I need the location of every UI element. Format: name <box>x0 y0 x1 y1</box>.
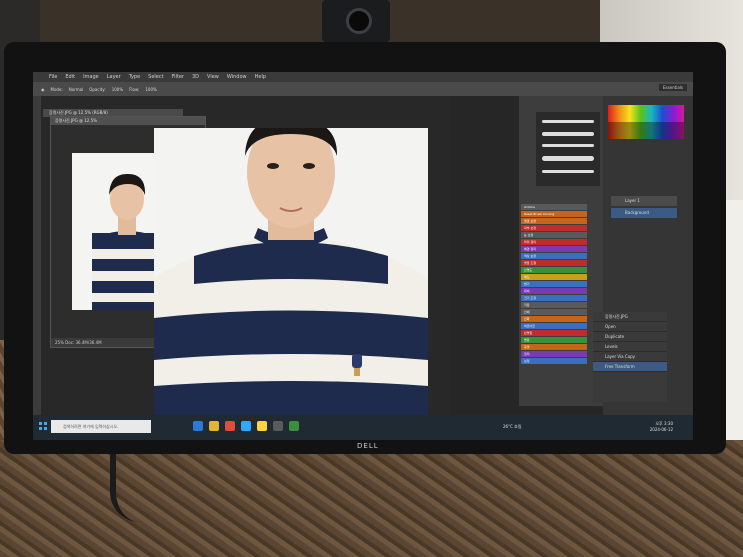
menu-3d[interactable]: 3D <box>192 74 199 80</box>
flow-value[interactable]: 100% <box>145 87 156 92</box>
swatches-palette-dark[interactable] <box>608 122 684 139</box>
menu-image[interactable]: Image <box>83 74 99 80</box>
weather-widget[interactable]: 26°C 흐림 <box>503 424 522 430</box>
photo-scene: DELL File Edit Image Layer Type Select F… <box>0 0 743 557</box>
history-step[interactable]: Open <box>593 322 667 332</box>
action-item[interactable]: 대비 <box>521 288 587 294</box>
history-step-current[interactable]: Free Transform <box>593 362 667 372</box>
action-item[interactable]: 선명도 <box>521 267 587 273</box>
action-item[interactable]: 여권사진 <box>521 323 587 329</box>
menu-layer[interactable]: Layer <box>107 74 121 80</box>
brush-stroke[interactable] <box>542 156 594 161</box>
clock-date: 2024-06-12 <box>649 427 673 432</box>
action-item[interactable]: 배경 정리 <box>521 246 587 252</box>
menu-filter[interactable]: Filter <box>172 74 184 80</box>
webcam-lens <box>346 8 372 34</box>
windows-taskbar: 검색하려면 여기에 입력하십시오. 26°C 흐림 오후 3:30 2024-0… <box>33 415 693 440</box>
actions-list[interactable]: Actions Reset Brush Cloning 얼굴 보정 피부 보정 눈 보정… <box>521 204 587 416</box>
large-portrait-illustration <box>154 128 428 418</box>
mode-select[interactable]: Normal <box>69 87 83 92</box>
system-clock[interactable]: 오후 3:30 2024-06-12 <box>650 421 673 433</box>
action-item[interactable]: 인쇄 <box>521 309 587 315</box>
large-portrait-photo <box>154 128 428 418</box>
history-step[interactable]: Layer Via Copy <box>593 352 667 362</box>
monitor-screen: File Edit Image Layer Type Select Filter… <box>33 72 693 440</box>
opacity-value[interactable]: 100% <box>112 87 123 92</box>
brush-stroke[interactable] <box>542 170 594 173</box>
action-item[interactable]: Reset Brush Cloning <box>521 211 587 217</box>
mode-label: Mode: <box>50 86 63 92</box>
taskbar-search-box[interactable]: 검색하려면 여기에 입력하십시오. <box>51 420 151 433</box>
menu-type[interactable]: Type <box>129 74 140 80</box>
action-item[interactable]: 피부 보정 <box>521 225 587 231</box>
windows-start-icon[interactable] <box>39 422 47 430</box>
action-item[interactable]: 머리 정리 <box>521 239 587 245</box>
action-item[interactable]: 저장 <box>521 302 587 308</box>
menu-select[interactable]: Select <box>148 74 163 80</box>
history-step[interactable]: Levels <box>593 342 667 352</box>
layer-row-background[interactable]: Background <box>611 208 677 218</box>
brush-preset-icon[interactable]: ◉ <box>41 87 45 92</box>
tools-panel[interactable] <box>33 96 41 426</box>
small-document-title[interactable]: 증명사진.JPG @ 12.5% <box>51 117 205 125</box>
webcam <box>322 0 390 42</box>
menu-window[interactable]: Window <box>227 74 247 80</box>
action-item[interactable]: 반명함 <box>521 330 587 336</box>
action-item[interactable]: 눈 보정 <box>521 232 587 238</box>
history-snapshot[interactable]: 증명사진.JPG <box>593 312 667 322</box>
menu-view[interactable]: View <box>207 74 219 80</box>
history-step[interactable]: Duplicate <box>593 332 667 342</box>
action-item[interactable]: 얼굴 보정 <box>521 218 587 224</box>
brush-stroke[interactable] <box>542 120 594 123</box>
layer-row-layer-1[interactable]: Layer 1 <box>611 196 677 206</box>
action-item[interactable]: 채도 <box>521 274 587 280</box>
photoshop-icon[interactable] <box>241 421 251 431</box>
menu-edit[interactable]: Edit <box>65 74 75 80</box>
action-item[interactable]: 보정 <box>521 358 587 364</box>
brush-stroke[interactable] <box>542 144 594 147</box>
edge-icon[interactable] <box>193 421 203 431</box>
opacity-label: Opacity: <box>89 86 106 92</box>
action-item[interactable]: Actions <box>521 204 587 210</box>
action-item[interactable]: 인화 <box>521 316 587 322</box>
app-icon[interactable] <box>289 421 299 431</box>
options-bar: ◉ Mode: Normal Opacity: 100% Flow: 100% <box>33 82 693 96</box>
app-icon[interactable] <box>273 421 283 431</box>
history-panel[interactable]: 증명사진.JPG Open Duplicate Levels Layer Via… <box>593 312 667 402</box>
monitor-cable <box>110 450 176 522</box>
menu-file[interactable]: File <box>49 74 57 80</box>
action-item[interactable]: 증명 <box>521 344 587 350</box>
photoshop-menubar: File Edit Image Layer Type Select Filter… <box>33 72 693 82</box>
workspace-switcher[interactable]: Essentials <box>658 84 687 91</box>
action-item[interactable]: 정리 <box>521 351 587 357</box>
action-item[interactable]: 색상 보정 <box>521 253 587 259</box>
action-item[interactable]: 명함 <box>521 337 587 343</box>
action-item[interactable]: 밝기 <box>521 281 587 287</box>
brush-presets[interactable] <box>536 112 600 186</box>
menu-help[interactable]: Help <box>255 74 266 80</box>
file-explorer-icon[interactable] <box>209 421 219 431</box>
brush-stroke[interactable] <box>542 132 594 136</box>
action-item[interactable]: 크기 조정 <box>521 295 587 301</box>
monitor-logo: DELL <box>357 442 379 450</box>
kakaotalk-icon[interactable] <box>257 421 267 431</box>
flow-label: Flow: <box>129 86 140 92</box>
chrome-icon[interactable] <box>225 421 235 431</box>
action-item[interactable]: 명암 조절 <box>521 260 587 266</box>
